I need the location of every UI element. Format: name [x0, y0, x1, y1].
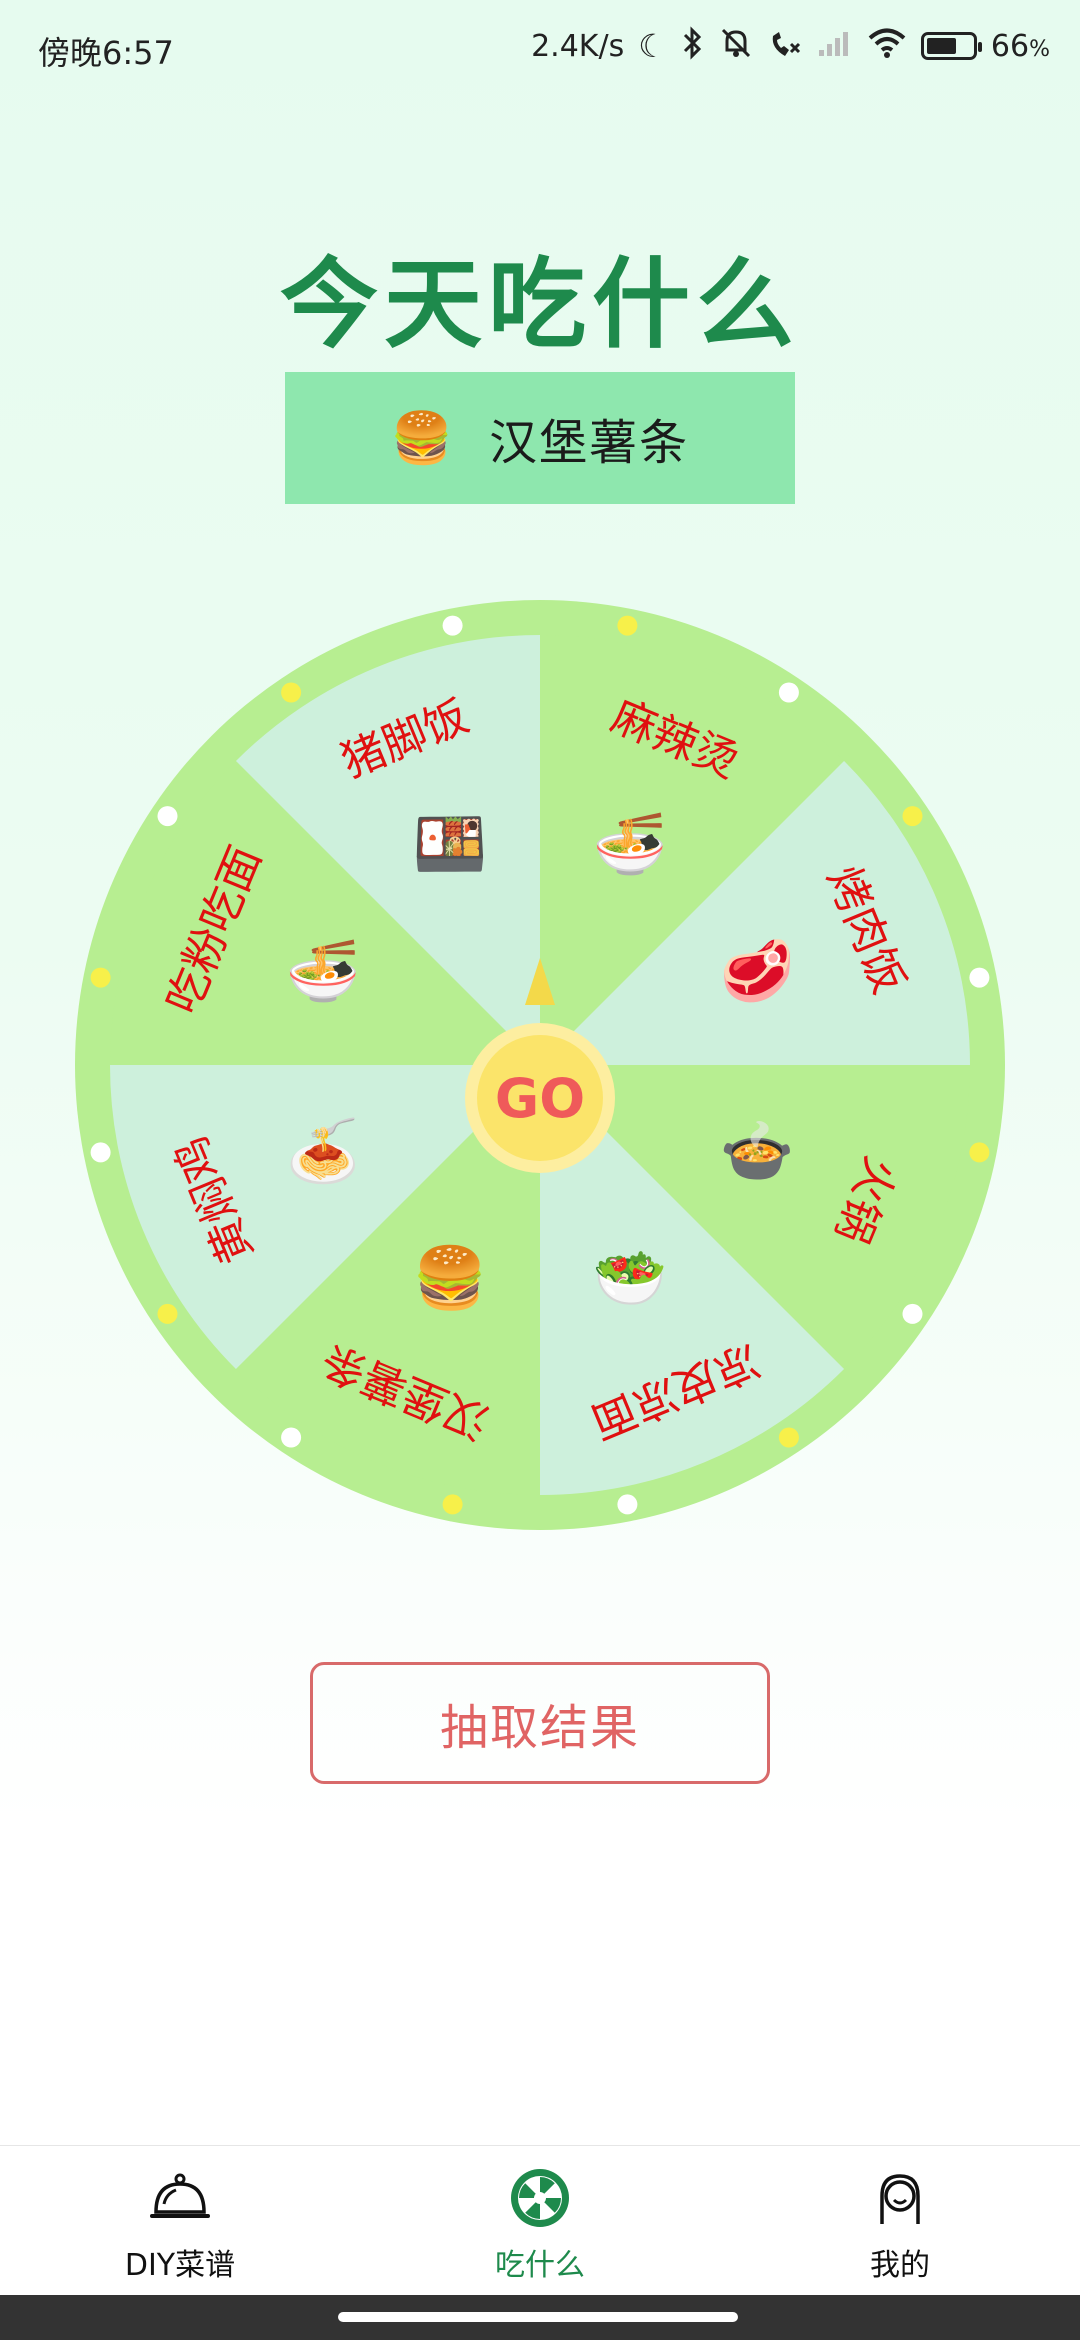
bluetooth-icon	[681, 26, 705, 66]
rim-light-dot	[442, 615, 463, 636]
rim-light-dot	[902, 806, 923, 827]
result-text: 汉堡薯条	[489, 415, 690, 471]
rim-light-dot	[157, 1303, 178, 1324]
wheel-icon	[511, 2169, 569, 2227]
rim-light-dot	[281, 682, 302, 703]
go-label: GO	[494, 1066, 586, 1130]
rim-light-dot	[442, 1494, 463, 1515]
rim-light-dot	[778, 1427, 799, 1448]
rim-light-dot	[281, 1427, 302, 1448]
food-icon: 🥩	[720, 937, 795, 1007]
rim-light-dot	[90, 1142, 111, 1163]
rim-light-dot	[969, 1142, 990, 1163]
rim-light-dot	[90, 967, 111, 988]
signal-icon	[817, 28, 853, 64]
phone-missed-icon	[767, 26, 803, 66]
draw-result-button[interactable]: 抽取结果	[310, 1662, 770, 1784]
food-icon: 🥗	[593, 1244, 668, 1314]
wifi-icon	[867, 27, 907, 65]
rim-light-dot	[902, 1303, 923, 1324]
food-icon: 🍱	[413, 809, 488, 879]
mute-bell-icon	[719, 26, 753, 66]
bottom-nav: DIY菜谱 吃什么 我的	[0, 2145, 1080, 2296]
rim-light-dot	[617, 615, 638, 636]
rim-light-dot	[778, 682, 799, 703]
food-icon: 🍜	[593, 809, 668, 879]
network-speed: 2.4K/s	[531, 28, 625, 64]
nav-item-what-to-eat[interactable]: 吃什么	[420, 2166, 660, 2284]
rim-light-dot	[969, 967, 990, 988]
burger-icon: 🍔	[390, 408, 454, 467]
nav-label-what-to-eat: 吃什么	[495, 2248, 585, 2283]
status-time: 傍晚6:57	[38, 34, 174, 72]
result-display: 🍔 汉堡薯条	[285, 372, 795, 504]
battery-icon	[920, 32, 982, 60]
system-nav-bar	[0, 2295, 1080, 2340]
nav-label-diy: DIY菜谱	[124, 2248, 236, 2283]
food-icon: 🍜	[286, 937, 361, 1007]
nav-item-mine[interactable]: 我的	[780, 2166, 1020, 2284]
status-icons: 2.4K/s ☾ 66%	[531, 26, 1050, 66]
go-button[interactable]: GO	[465, 1023, 615, 1173]
cloche-icon	[150, 2173, 210, 2218]
nav-item-diy-recipe[interactable]: DIY菜谱	[60, 2166, 300, 2284]
moon-icon: ☾	[638, 27, 667, 65]
battery-percent: 66%	[990, 28, 1050, 64]
rim-light-dot	[617, 1494, 638, 1515]
home-indicator[interactable]	[338, 2312, 738, 2322]
page-title: 今天吃什么	[279, 248, 800, 362]
status-bar: 傍晚6:57 2.4K/s ☾ 66%	[0, 0, 1080, 100]
nav-label-mine: 我的	[870, 2248, 930, 2283]
profile-icon	[880, 2174, 920, 2224]
food-icon: 🍲	[720, 1117, 795, 1187]
rim-light-dot	[157, 806, 178, 827]
food-icon: 🍔	[413, 1244, 488, 1314]
food-icon: 🍝	[286, 1117, 361, 1187]
